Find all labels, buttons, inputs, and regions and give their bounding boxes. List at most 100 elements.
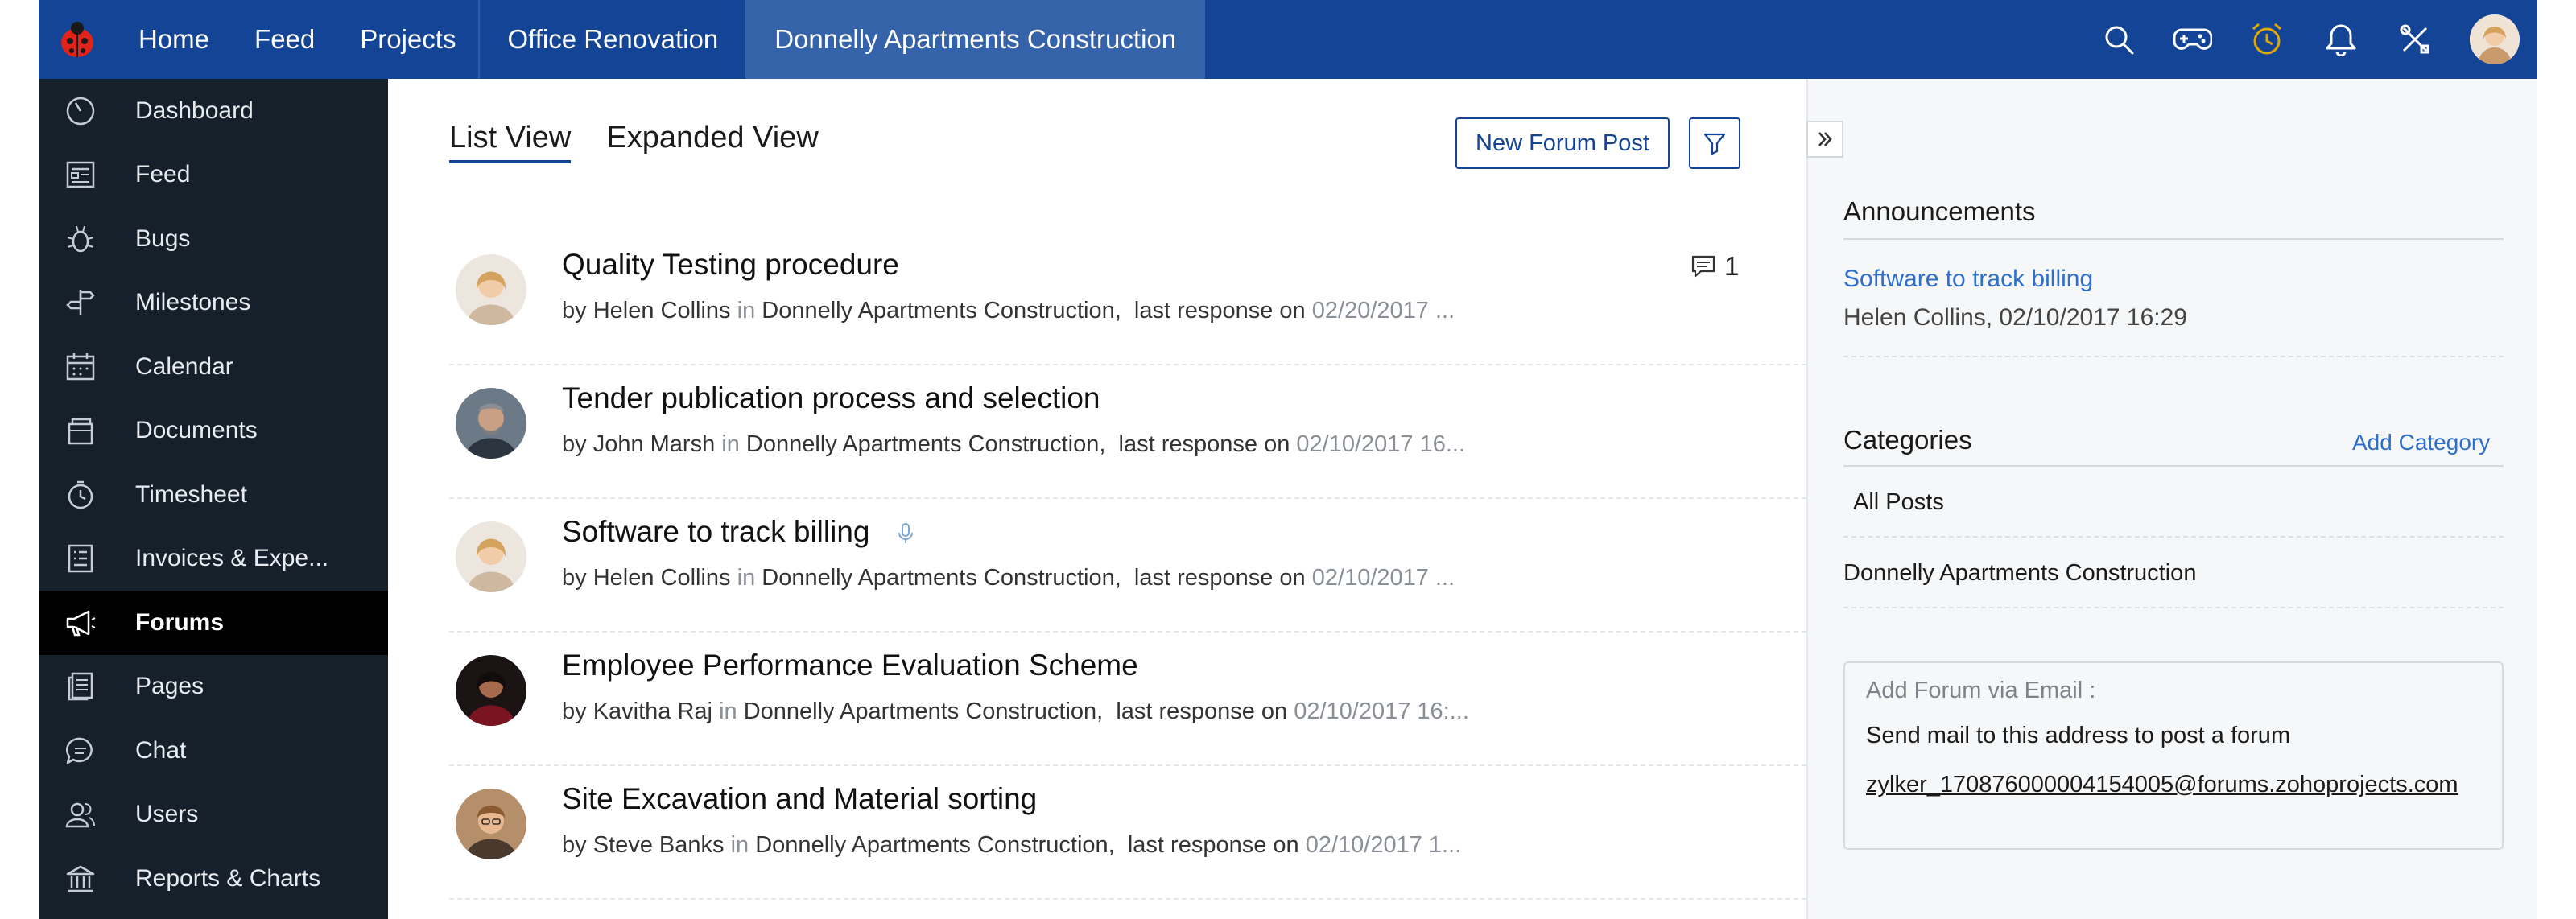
timesheet-icon (63, 477, 98, 513)
sidebar-item-reports[interactable]: Reports & Charts (39, 847, 388, 911)
post-in-label: in (737, 565, 756, 591)
divider (1843, 356, 2504, 357)
forum-post-row[interactable]: Site Excavation and Material sorting by … (449, 766, 1806, 900)
post-meta: by John Marsh in Donnelly Apartments Con… (562, 431, 1465, 458)
view-tabs: List View Expanded View (449, 121, 854, 163)
sidebar: Dashboard Feed Bugs Milestones Calendar … (39, 79, 388, 919)
filter-button[interactable] (1689, 117, 1740, 169)
alarm-clock-icon[interactable] (2248, 20, 2286, 59)
calendar-icon (63, 349, 98, 385)
gamepad-icon[interactable] (2174, 20, 2212, 59)
forum-side-panel: Announcements Software to track billing … (1806, 79, 2537, 919)
tab-expanded-view[interactable]: Expanded View (606, 121, 818, 163)
sidebar-item-chat[interactable]: Chat (39, 719, 388, 783)
new-forum-post-button[interactable]: New Forum Post (1455, 117, 1670, 169)
sidebar-item-milestones[interactable]: Milestones (39, 271, 388, 336)
sidebar-item-users[interactable]: Users (39, 783, 388, 847)
sidebar-item-feed[interactable]: Feed (39, 143, 388, 208)
comment-count[interactable]: 1 (1690, 251, 1739, 282)
post-project: Donnelly Apartments Construction, (762, 298, 1121, 324)
post-date: 02/10/2017 16... (1296, 431, 1466, 457)
post-in-label: in (721, 431, 740, 457)
reports-icon (63, 861, 98, 896)
collapse-panel-button[interactable] (1806, 121, 1843, 158)
sidebar-item-label: Reports & Charts (135, 864, 321, 892)
sidebar-item-invoices[interactable]: Invoices & Expe... (39, 527, 388, 591)
post-in-label: in (719, 699, 737, 724)
categories-heading: Categories (1843, 425, 1972, 455)
post-last-response-label: last response on (1133, 565, 1306, 591)
author-avatar (456, 388, 526, 459)
documents-icon (63, 413, 98, 448)
post-last-response-label: last response on (1127, 832, 1299, 858)
top-navigation-bar: Home Feed Projects Office Renovation Don… (39, 0, 2537, 79)
post-date: 02/20/2017 ... (1311, 298, 1455, 324)
email-description: Send mail to this address to post a foru… (1866, 723, 2291, 748)
forum-post-row[interactable]: Employee Performance Evaluation Scheme b… (449, 633, 1806, 766)
sidebar-item-label: Timesheet (135, 480, 247, 508)
forum-email-address[interactable]: zylker_170876000004154005@forums.zohopro… (1866, 769, 2478, 800)
bug-icon (63, 221, 98, 257)
sidebar-item-calendar[interactable]: Calendar (39, 335, 388, 399)
post-by-label: by (562, 832, 587, 858)
forum-post-list: Quality Testing procedure by Helen Colli… (449, 232, 1806, 900)
sidebar-item-label: Milestones (135, 289, 251, 316)
post-title[interactable]: Site Excavation and Material sorting (562, 782, 1037, 816)
post-meta: by Steve Banks in Donnelly Apartments Co… (562, 832, 1461, 859)
add-category-link[interactable]: Add Category (2352, 430, 2490, 455)
sidebar-item-bugs[interactable]: Bugs (39, 207, 388, 271)
category-donnelly[interactable]: Donnelly Apartments Construction (1843, 560, 2196, 587)
ladybug-logo-icon (61, 22, 93, 57)
post-author[interactable]: Steve Banks (593, 832, 724, 858)
sidebar-item-pages[interactable]: Pages (39, 655, 388, 719)
invoice-icon (63, 541, 98, 576)
sidebar-item-label: Feed (135, 161, 191, 188)
nav-feed[interactable]: Feed (232, 0, 337, 79)
post-title[interactable]: Employee Performance Evaluation Scheme (562, 649, 1138, 682)
post-author[interactable]: Helen Collins (593, 298, 731, 324)
breadcrumb-office-renovation[interactable]: Office Renovation (478, 0, 745, 79)
forum-post-row[interactable]: Tender publication process and selection… (449, 365, 1806, 499)
post-project: Donnelly Apartments Construction, (745, 431, 1106, 457)
sidebar-item-label: Forums (135, 608, 225, 636)
author-avatar (456, 521, 526, 592)
app-logo[interactable] (39, 0, 116, 79)
announcement-link[interactable]: Software to track billing (1843, 266, 2093, 293)
post-author[interactable]: Helen Collins (593, 565, 731, 591)
bell-icon[interactable] (2322, 20, 2360, 59)
post-meta: by Helen Collins in Donnelly Apartments … (562, 298, 1455, 324)
post-in-label: in (730, 832, 749, 858)
category-all-posts[interactable]: All Posts (1853, 489, 1944, 516)
nav-home[interactable]: Home (116, 0, 232, 79)
divider (1843, 607, 2504, 608)
post-by-label: by (562, 431, 587, 457)
sidebar-item-dashboard[interactable]: Dashboard (39, 79, 388, 143)
post-author[interactable]: John Marsh (593, 431, 716, 457)
tools-icon[interactable] (2396, 20, 2434, 59)
comment-count-value: 1 (1724, 251, 1740, 281)
sidebar-item-timesheet[interactable]: Timesheet (39, 463, 388, 527)
nav-projects[interactable]: Projects (337, 0, 478, 79)
sidebar-item-documents[interactable]: Documents (39, 399, 388, 464)
forum-post-row[interactable]: Software to track billing by Helen Colli… (449, 499, 1806, 633)
post-author[interactable]: Kavitha Raj (593, 699, 712, 724)
tab-list-view[interactable]: List View (449, 121, 572, 163)
post-project: Donnelly Apartments Construction, (755, 832, 1115, 858)
forum-post-row[interactable]: Quality Testing procedure by Helen Colli… (449, 232, 1806, 365)
sidebar-item-forums[interactable]: Forums (39, 591, 388, 655)
post-title[interactable]: Software to track billing (562, 515, 915, 549)
post-date: 02/10/2017 1... (1305, 832, 1462, 858)
dashboard-icon (63, 93, 98, 129)
forum-list-panel: List View Expanded View New Forum Post Q… (388, 79, 1806, 919)
post-meta: by Helen Collins in Donnelly Apartments … (562, 565, 1455, 591)
post-title[interactable]: Quality Testing procedure (562, 248, 899, 282)
milestone-icon (63, 285, 98, 320)
search-icon[interactable] (2099, 20, 2138, 59)
user-avatar[interactable] (2470, 14, 2520, 64)
post-title[interactable]: Tender publication process and selection (562, 381, 1100, 415)
author-avatar (456, 789, 526, 859)
post-date: 02/10/2017 ... (1311, 565, 1455, 591)
sidebar-item-label: Calendar (135, 352, 233, 380)
breadcrumb-current-project[interactable]: Donnelly Apartments Construction (745, 0, 1206, 79)
divider (1843, 536, 2504, 538)
